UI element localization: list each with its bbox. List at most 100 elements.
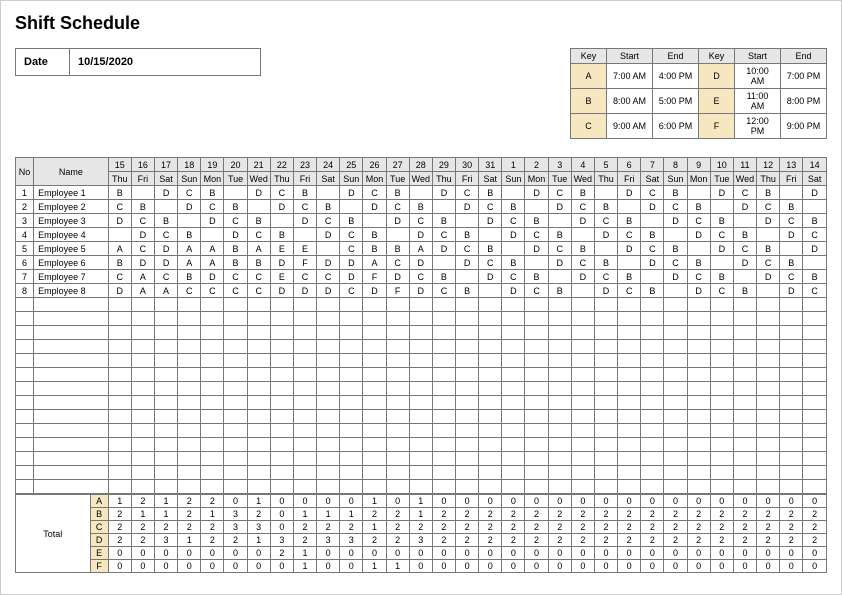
shift-cell[interactable] [548,480,571,494]
shift-cell[interactable] [317,424,340,438]
shift-cell[interactable] [641,438,664,452]
shift-cell[interactable] [757,368,780,382]
shift-cell[interactable] [571,284,594,298]
shift-cell[interactable]: C [178,284,201,298]
shift-cell[interactable] [687,452,710,466]
shift-cell[interactable] [178,480,201,494]
shift-cell[interactable] [317,326,340,340]
shift-cell[interactable] [108,396,131,410]
shift-cell[interactable] [409,396,432,410]
shift-cell[interactable] [710,382,733,396]
shift-cell[interactable]: C [131,214,154,228]
shift-cell[interactable]: C [409,214,432,228]
shift-cell[interactable]: B [710,214,733,228]
shift-cell[interactable] [270,326,293,340]
shift-cell[interactable] [687,466,710,480]
shift-cell[interactable] [571,396,594,410]
shift-cell[interactable] [687,438,710,452]
shift-cell[interactable] [386,424,409,438]
shift-cell[interactable]: D [479,214,502,228]
shift-cell[interactable] [780,480,803,494]
shift-cell[interactable] [363,298,386,312]
shift-cell[interactable] [154,410,177,424]
shift-cell[interactable] [525,424,548,438]
shift-cell[interactable] [502,340,525,354]
shift-cell[interactable] [224,186,247,200]
shift-cell[interactable] [270,452,293,466]
shift-cell[interactable] [664,340,687,354]
shift-cell[interactable]: B [409,200,432,214]
shift-cell[interactable]: B [502,256,525,270]
shift-cell[interactable] [409,186,432,200]
shift-cell[interactable] [525,312,548,326]
shift-cell[interactable]: F [386,284,409,298]
shift-cell[interactable] [757,396,780,410]
shift-cell[interactable] [131,368,154,382]
shift-cell[interactable] [456,438,479,452]
shift-cell[interactable] [224,452,247,466]
shift-cell[interactable] [270,410,293,424]
shift-cell[interactable] [293,410,316,424]
shift-cell[interactable]: D [525,242,548,256]
shift-cell[interactable]: D [548,256,571,270]
shift-cell[interactable] [479,368,502,382]
shift-cell[interactable] [317,382,340,396]
shift-cell[interactable] [340,326,363,340]
shift-cell[interactable] [618,256,641,270]
shift-cell[interactable] [641,396,664,410]
shift-cell[interactable] [780,298,803,312]
shift-cell[interactable]: A [363,256,386,270]
shift-cell[interactable] [502,186,525,200]
shift-cell[interactable] [340,396,363,410]
shift-cell[interactable] [409,340,432,354]
shift-cell[interactable]: C [317,270,340,284]
shift-cell[interactable] [571,312,594,326]
shift-cell[interactable] [687,340,710,354]
shift-cell[interactable]: C [178,186,201,200]
shift-cell[interactable] [131,312,154,326]
shift-cell[interactable] [803,424,827,438]
shift-cell[interactable] [432,480,455,494]
shift-cell[interactable]: C [432,284,455,298]
shift-cell[interactable] [386,340,409,354]
shift-cell[interactable] [270,340,293,354]
shift-cell[interactable] [247,452,270,466]
shift-cell[interactable]: D [502,228,525,242]
shift-cell[interactable] [594,480,617,494]
shift-cell[interactable] [178,424,201,438]
shift-cell[interactable] [432,340,455,354]
shift-cell[interactable] [571,340,594,354]
shift-cell[interactable] [525,480,548,494]
shift-cell[interactable]: C [710,228,733,242]
shift-cell[interactable] [317,466,340,480]
shift-cell[interactable]: B [757,242,780,256]
shift-cell[interactable] [386,382,409,396]
shift-cell[interactable] [479,410,502,424]
shift-cell[interactable]: D [641,200,664,214]
shift-cell[interactable] [178,410,201,424]
shift-cell[interactable]: B [386,242,409,256]
shift-cell[interactable] [664,298,687,312]
shift-cell[interactable]: D [154,256,177,270]
shift-cell[interactable] [780,326,803,340]
shift-cell[interactable] [201,340,224,354]
shift-cell[interactable] [479,424,502,438]
shift-cell[interactable]: D [733,200,756,214]
shift-cell[interactable] [757,452,780,466]
shift-cell[interactable] [502,424,525,438]
shift-cell[interactable]: B [757,186,780,200]
shift-cell[interactable] [618,368,641,382]
shift-cell[interactable]: A [247,242,270,256]
shift-cell[interactable] [108,326,131,340]
shift-cell[interactable] [687,368,710,382]
shift-cell[interactable] [618,382,641,396]
shift-cell[interactable] [548,298,571,312]
shift-cell[interactable] [247,368,270,382]
shift-cell[interactable]: B [456,284,479,298]
shift-cell[interactable]: C [340,284,363,298]
shift-cell[interactable] [733,298,756,312]
shift-cell[interactable] [594,466,617,480]
shift-cell[interactable]: A [178,256,201,270]
shift-cell[interactable] [780,368,803,382]
shift-cell[interactable]: D [363,200,386,214]
